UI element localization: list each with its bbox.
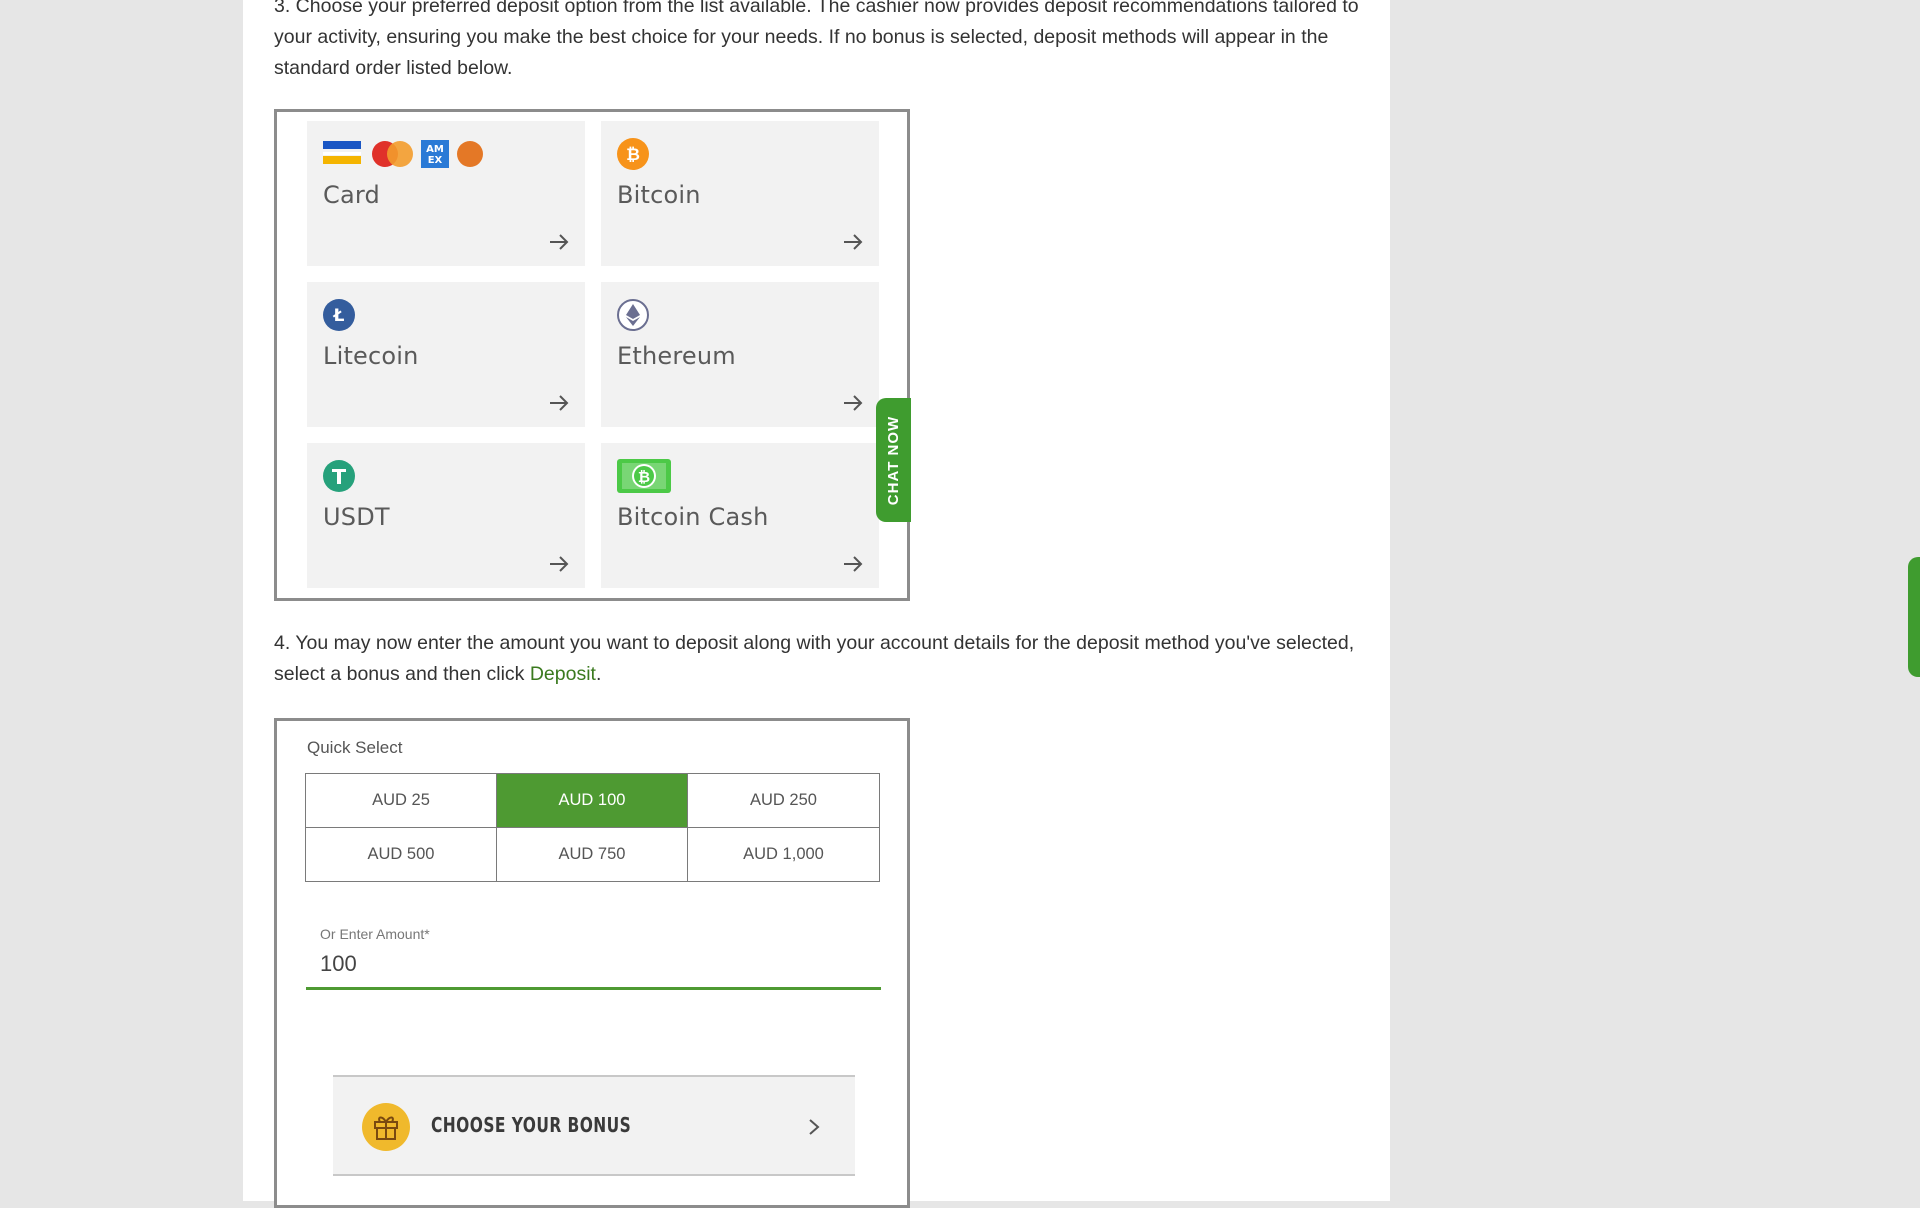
method-label: Ethereum	[617, 342, 736, 370]
side-chat-tab[interactable]	[1908, 557, 1920, 677]
arrow-right-icon	[550, 556, 569, 572]
gift-icon	[362, 1103, 410, 1151]
deposit-amount-screenshot: Quick Select AUD 25 AUD 100 AUD 250 AUD …	[274, 718, 910, 1208]
arrow-right-icon	[550, 395, 569, 411]
enter-amount-label: Or Enter Amount*	[320, 926, 430, 942]
svg-text:₿: ₿	[626, 145, 640, 165]
amount-option[interactable]: AUD 250	[688, 774, 879, 828]
ethereum-icon	[617, 299, 649, 331]
svg-text:AM: AM	[426, 144, 444, 155]
svg-text:EX: EX	[428, 155, 443, 166]
step-3-text: 3. Choose your preferred deposit option …	[274, 0, 1359, 79]
method-tile-ethereum[interactable]: Ethereum	[601, 282, 879, 427]
step-4-suffix: .	[595, 663, 602, 685]
step-4-prefix: 4. You may now enter the amount you want…	[274, 632, 1355, 685]
method-tile-card[interactable]: AM EX Card	[307, 121, 585, 266]
card-brands-icon: AM EX	[323, 138, 485, 170]
method-tile-litecoin[interactable]: Ł Litecoin	[307, 282, 585, 427]
method-label: Bitcoin Cash	[617, 503, 769, 531]
arrow-right-icon	[844, 556, 863, 572]
litecoin-icon: Ł	[323, 299, 355, 331]
choose-bonus-button[interactable]: CHOOSE YOUR BONUS	[333, 1075, 855, 1176]
method-tile-usdt[interactable]: USDT	[307, 443, 585, 588]
arrow-right-icon	[844, 234, 863, 250]
chat-now-label: CHAT NOW	[885, 415, 902, 505]
quick-select-grid: AUD 25 AUD 100 AUD 250 AUD 500 AUD 750 A…	[305, 773, 880, 882]
tether-icon	[323, 460, 355, 492]
arrow-right-icon	[844, 395, 863, 411]
arrow-right-icon	[550, 234, 569, 250]
amount-option[interactable]: AUD 500	[306, 827, 497, 881]
deposit-methods-screenshot: AM EX Card ₿ Bitcoin Ł Litecoin Ethereum…	[274, 109, 910, 601]
mastercard-icon	[372, 141, 413, 167]
method-label: Card	[323, 181, 380, 209]
visa-icon	[323, 141, 361, 164]
method-label: Bitcoin	[617, 181, 701, 209]
svg-text:₿: ₿	[638, 468, 650, 486]
amount-option[interactable]: AUD 1,000	[688, 827, 879, 881]
amount-option[interactable]: AUD 750	[497, 827, 688, 881]
amex-icon: AM EX	[421, 140, 449, 168]
choose-bonus-label: CHOOSE YOUR BONUS	[431, 1113, 632, 1137]
bitcoin-icon: ₿	[617, 138, 649, 170]
chevron-right-icon	[809, 1119, 820, 1135]
method-tile-bitcoin[interactable]: ₿ Bitcoin	[601, 121, 879, 266]
step-4-text: 4. You may now enter the amount you want…	[274, 628, 1359, 690]
quick-select-label: Quick Select	[307, 738, 403, 757]
amount-input-underline	[306, 987, 881, 990]
method-label: USDT	[323, 503, 390, 531]
amount-option-selected[interactable]: AUD 100	[497, 774, 688, 828]
discover-icon	[457, 141, 483, 167]
amount-input[interactable]: 100	[320, 951, 357, 977]
deposit-link[interactable]: Deposit	[530, 663, 596, 685]
svg-text:Ł: Ł	[333, 306, 345, 326]
amount-option[interactable]: AUD 25	[306, 774, 497, 828]
bitcoin-cash-icon: ₿	[617, 459, 671, 493]
chat-now-button[interactable]: CHAT NOW	[876, 398, 911, 522]
method-label: Litecoin	[323, 342, 419, 370]
method-tile-bitcoin-cash[interactable]: ₿ Bitcoin Cash	[601, 443, 879, 588]
